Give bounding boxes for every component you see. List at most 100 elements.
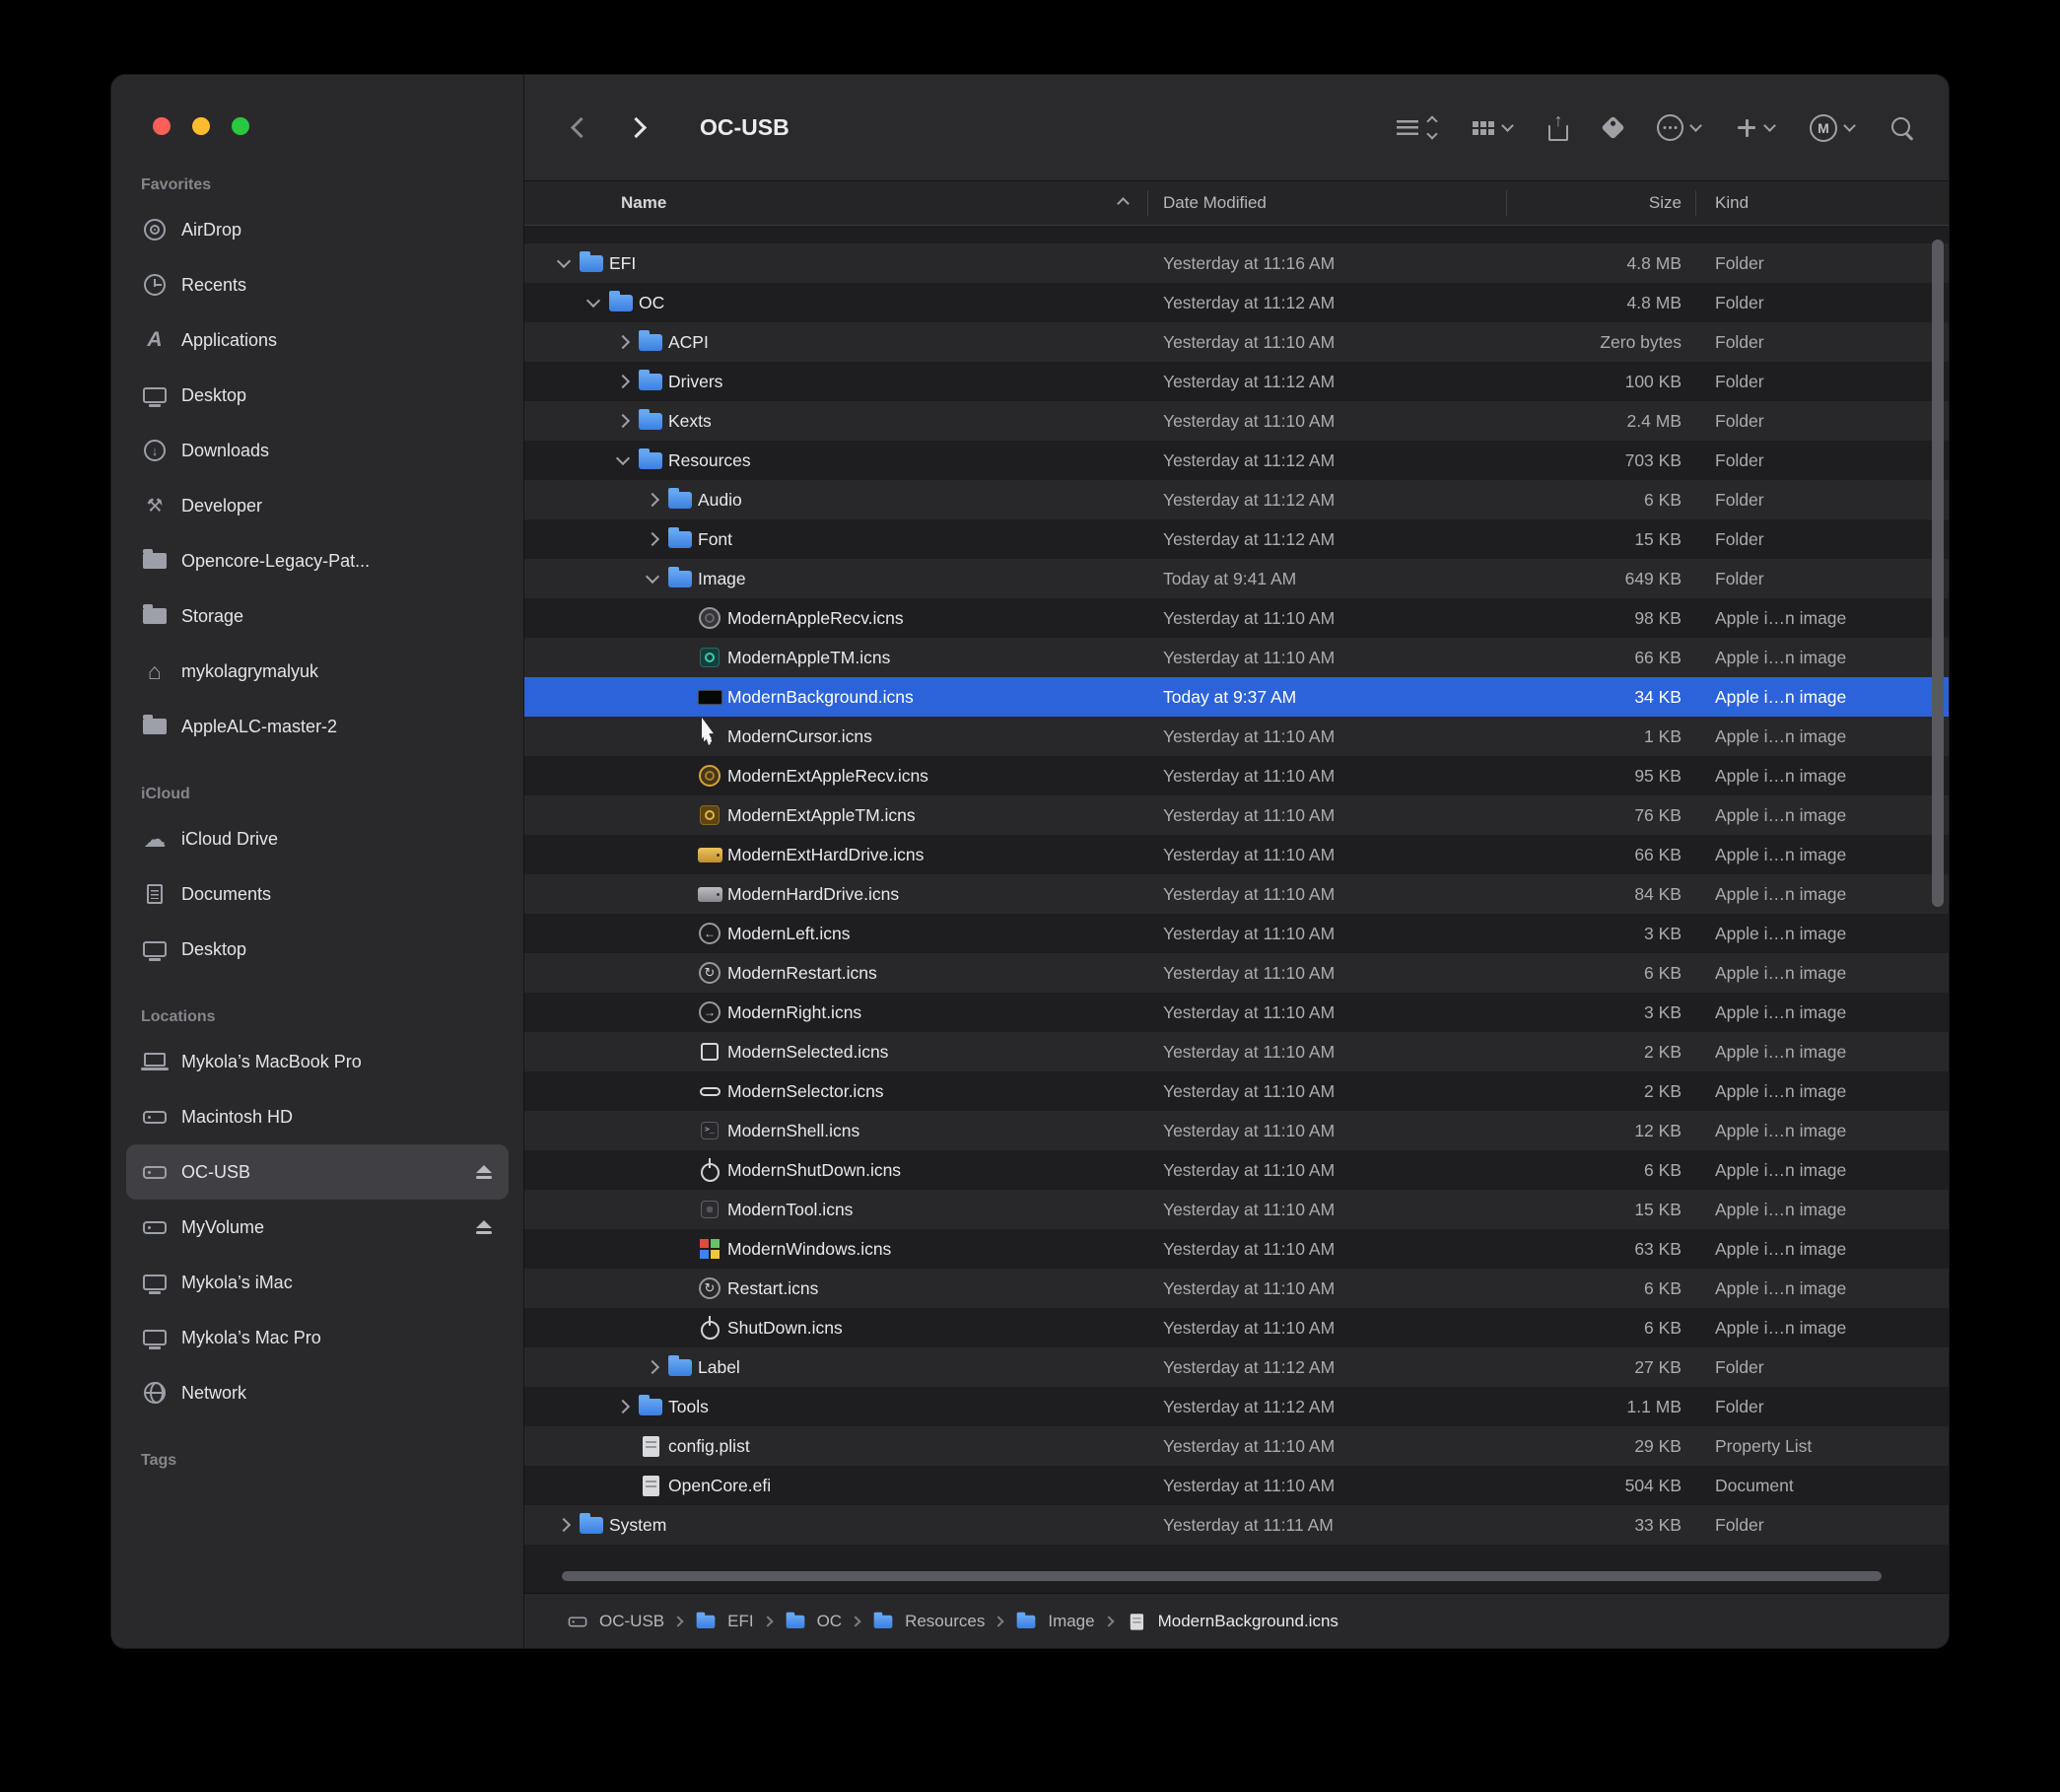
file-row-image[interactable]: ImageToday at 9:41 AM649 KBFolder — [524, 559, 1949, 598]
file-row-tools[interactable]: ToolsYesterday at 11:12 AM1.1 MBFolder — [524, 1387, 1949, 1426]
file-row-modernshutdown-icns[interactable]: ModernShutDown.icnsYesterday at 11:10 AM… — [524, 1150, 1949, 1190]
file-row-font[interactable]: FontYesterday at 11:12 AM15 KBFolder — [524, 519, 1949, 559]
breadcrumb-label: Image — [1048, 1612, 1094, 1631]
breadcrumb-item-efi[interactable]: EFI — [692, 1608, 753, 1635]
group-by-button[interactable] — [1472, 120, 1512, 136]
file-row-modernwindows-icns[interactable]: ModernWindows.icnsYesterday at 11:10 AM6… — [524, 1229, 1949, 1269]
file-row-modernapplerecv-icns[interactable]: ModernAppleRecv.icnsYesterday at 11:10 A… — [524, 598, 1949, 638]
vertical-scrollbar[interactable] — [1932, 240, 1944, 907]
chevron-down-icon — [1763, 119, 1776, 132]
new-item-button[interactable] — [1736, 117, 1774, 139]
file-row-oc[interactable]: OCYesterday at 11:12 AM4.8 MBFolder — [524, 283, 1949, 322]
column-header-name[interactable]: Name — [524, 181, 1147, 225]
horizontal-scrollbar[interactable] — [562, 1571, 1882, 1581]
search-button[interactable] — [1889, 115, 1915, 141]
disclosure-open-icon[interactable] — [550, 249, 578, 277]
disclosure-closed-icon[interactable] — [639, 1353, 666, 1381]
column-header-date-modified[interactable]: Date Modified — [1147, 181, 1506, 225]
file-row-efi[interactable]: EFIYesterday at 11:16 AM4.8 MBFolder — [524, 243, 1949, 283]
breadcrumb-item-modernbackground-icns[interactable]: ModernBackground.icns — [1123, 1608, 1339, 1635]
file-row-modernrestart-icns[interactable]: ModernRestart.icnsYesterday at 11:10 AM6… — [524, 953, 1949, 993]
file-row-modernextapplerecv-icns[interactable]: ModernExtAppleRecv.icnsYesterday at 11:1… — [524, 756, 1949, 795]
column-header-kind[interactable]: Kind — [1695, 181, 1949, 225]
share-button[interactable] — [1547, 115, 1569, 141]
sidebar-item-macintosh-hd[interactable]: Macintosh HD — [126, 1089, 509, 1144]
disclosure-open-icon[interactable] — [609, 447, 637, 474]
sidebar-item-applications[interactable]: Applications — [126, 312, 509, 368]
minimize-window-button[interactable] — [192, 117, 210, 135]
file-row-modernextappletm-icns[interactable]: ModernExtAppleTM.icnsYesterday at 11:10 … — [524, 795, 1949, 835]
file-row-config-plist[interactable]: config.plistYesterday at 11:10 AM29 KBPr… — [524, 1426, 1949, 1466]
disclosure-closed-icon[interactable] — [639, 486, 666, 514]
sidebar-item-storage[interactable]: Storage — [126, 588, 509, 644]
sidebar-item-myvolume[interactable]: MyVolume — [126, 1200, 509, 1255]
sidebar-item-mykola-s-macbook-pro[interactable]: Mykola’s MacBook Pro — [126, 1034, 509, 1089]
file-row-modernselector-icns[interactable]: ModernSelector.icnsYesterday at 11:10 AM… — [524, 1071, 1949, 1111]
breadcrumb-separator-icon — [850, 1616, 860, 1626]
sidebar-section-label: Locations — [111, 1008, 523, 1026]
file-row-drivers[interactable]: DriversYesterday at 11:12 AM100 KBFolder — [524, 362, 1949, 401]
tags-button[interactable] — [1605, 119, 1621, 136]
file-row-shutdown-icns[interactable]: ShutDown.icnsYesterday at 11:10 AM6 KBAp… — [524, 1308, 1949, 1347]
file-row-audio[interactable]: AudioYesterday at 11:12 AM6 KBFolder — [524, 480, 1949, 519]
breadcrumb-item-oc-usb[interactable]: OC-USB — [564, 1608, 664, 1635]
file-row-modernshell-icns[interactable]: ModernShell.icnsYesterday at 11:10 AM12 … — [524, 1111, 1949, 1150]
file-row-label[interactable]: LabelYesterday at 11:12 AM27 KBFolder — [524, 1347, 1949, 1387]
account-menu-button[interactable]: M — [1810, 114, 1854, 142]
view-options-button[interactable] — [1397, 117, 1436, 138]
file-row-kexts[interactable]: KextsYesterday at 11:10 AM2.4 MBFolder — [524, 401, 1949, 441]
breadcrumb-item-image[interactable]: Image — [1012, 1608, 1094, 1635]
file-row-system[interactable]: SystemYesterday at 11:11 AM33 KBFolder — [524, 1505, 1949, 1545]
file-name-cell: Drivers — [524, 368, 1147, 395]
breadcrumb-item-resources[interactable]: Resources — [869, 1608, 985, 1635]
sidebar-item-recents[interactable]: Recents — [126, 257, 509, 312]
sidebar-item-applealc-master-2[interactable]: AppleALC-master-2 — [126, 699, 509, 754]
file-row-modernbackground-icns[interactable]: ModernBackground.icnsToday at 9:37 AM34 … — [524, 677, 1949, 717]
file-row-modernappletm-icns[interactable]: ModernAppleTM.icnsYesterday at 11:10 AM6… — [524, 638, 1949, 677]
sidebar-item-airdrop[interactable]: AirDrop — [126, 202, 509, 257]
file-row-restart-icns[interactable]: Restart.icnsYesterday at 11:10 AM6 KBApp… — [524, 1269, 1949, 1308]
file-row-moderncursor-icns[interactable]: ModernCursor.icnsYesterday at 11:10 AM1 … — [524, 717, 1949, 756]
sidebar-item-network[interactable]: Network — [126, 1365, 509, 1420]
disclosure-closed-icon[interactable] — [609, 328, 637, 356]
file-row-moderntool-icns[interactable]: ModernTool.icnsYesterday at 11:10 AM15 K… — [524, 1190, 1949, 1229]
disclosure-closed-icon[interactable] — [550, 1511, 578, 1539]
sidebar-item-mykolagrymalyuk[interactable]: mykolagrymalyuk — [126, 644, 509, 699]
file-name-cell: ModernExtHardDrive.icns — [524, 841, 1147, 868]
more-actions-button[interactable] — [1657, 114, 1700, 141]
sidebar-item-oc-usb[interactable]: OC-USB — [126, 1144, 509, 1200]
file-row-resources[interactable]: ResourcesYesterday at 11:12 AM703 KBFold… — [524, 441, 1949, 480]
column-header-size[interactable]: Size — [1506, 181, 1695, 225]
back-button[interactable] — [564, 111, 597, 145]
file-row-modernselected-icns[interactable]: ModernSelected.icnsYesterday at 11:10 AM… — [524, 1032, 1949, 1071]
disclosure-open-icon[interactable] — [639, 565, 666, 592]
disclosure-closed-icon[interactable] — [639, 525, 666, 553]
disclosure-open-icon[interactable] — [580, 289, 607, 316]
eject-icon[interactable] — [474, 1219, 494, 1236]
sidebar-item-desktop[interactable]: Desktop — [126, 922, 509, 977]
eject-icon[interactable] — [474, 1164, 494, 1181]
close-window-button[interactable] — [153, 117, 171, 135]
sidebar-item-mykola-s-mac-pro[interactable]: Mykola’s Mac Pro — [126, 1310, 509, 1365]
disclosure-closed-icon[interactable] — [609, 407, 637, 435]
file-row-acpi[interactable]: ACPIYesterday at 11:10 AMZero bytesFolde… — [524, 322, 1949, 362]
file-row-opencore-efi[interactable]: OpenCore.efiYesterday at 11:10 AM504 KBD… — [524, 1466, 1949, 1505]
file-row-modernright-icns[interactable]: ModernRight.icnsYesterday at 11:10 AM3 K… — [524, 993, 1949, 1032]
file-date-modified: Yesterday at 11:10 AM — [1147, 1278, 1506, 1299]
disclosure-closed-icon[interactable] — [609, 1393, 637, 1420]
file-row-modernleft-icns[interactable]: ModernLeft.icnsYesterday at 11:10 AM3 KB… — [524, 914, 1949, 953]
breadcrumb-label: Resources — [905, 1612, 985, 1631]
disclosure-closed-icon[interactable] — [609, 368, 637, 395]
sidebar-item-documents[interactable]: Documents — [126, 866, 509, 922]
sidebar-item-downloads[interactable]: Downloads — [126, 423, 509, 478]
sidebar-item-icloud-drive[interactable]: iCloud Drive — [126, 811, 509, 866]
sidebar-item-developer[interactable]: Developer — [126, 478, 509, 533]
sidebar-item-desktop[interactable]: Desktop — [126, 368, 509, 423]
sidebar-item-opencore-legacy-pat[interactable]: Opencore-Legacy-Pat... — [126, 533, 509, 588]
file-row-modernharddrive-icns[interactable]: ModernHardDrive.icnsYesterday at 11:10 A… — [524, 874, 1949, 914]
breadcrumb-item-oc[interactable]: OC — [782, 1608, 843, 1635]
sidebar-item-mykola-s-imac[interactable]: Mykola’s iMac — [126, 1255, 509, 1310]
zoom-window-button[interactable] — [232, 117, 249, 135]
file-row-modernextharddrive-icns[interactable]: ModernExtHardDrive.icnsYesterday at 11:1… — [524, 835, 1949, 874]
forward-button[interactable] — [619, 111, 652, 145]
